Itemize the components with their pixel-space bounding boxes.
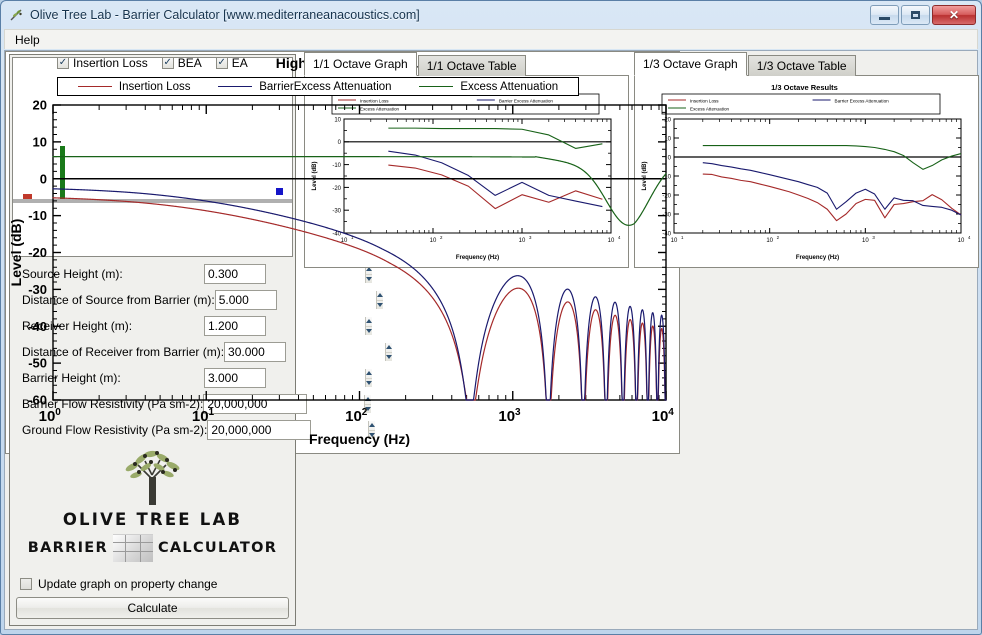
- tab-1-1-octave-graph[interactable]: 1/1 Octave Graph: [304, 52, 417, 76]
- svg-text:10: 10: [33, 134, 47, 149]
- menu-item-help[interactable]: Help: [5, 31, 50, 49]
- legend-line-bea: [218, 86, 253, 87]
- legend-line-insertion-loss: [77, 86, 112, 87]
- legend-item-insertion-loss: Insertion Loss: [77, 80, 191, 93]
- svg-text:10: 10: [498, 408, 515, 425]
- tab-1-3-octave-graph[interactable]: 1/3 Octave Graph: [634, 52, 747, 76]
- hires-xlabel: Frequency (Hz): [309, 431, 410, 447]
- checkbox-bea-label: BEA: [177, 56, 202, 70]
- window-buttons: ✕: [870, 5, 976, 25]
- hires-chart[interactable]: 20 10 0 -10 -20 -30 -40 -50 -60 10 0 10 1 10 2 10 3 10 4 Fr…: [5, 97, 977, 629]
- series-insertion-loss: [52, 197, 667, 401]
- app-window: Olive Tree Lab - Barrier Calculator [www…: [0, 0, 982, 635]
- svg-text:1/3 Octave Results: 1/3 Octave Results: [771, 83, 838, 92]
- checkbox-ea-label: EA: [231, 56, 248, 70]
- series-excess-attenuation: [52, 156, 667, 226]
- maximize-icon: [911, 11, 920, 19]
- octave1-tabstrip: 1/1 Octave Graph 1/1 Octave Table: [304, 52, 629, 76]
- svg-text:10: 10: [652, 408, 669, 425]
- svg-text:-10: -10: [28, 208, 47, 223]
- svg-text:3: 3: [515, 407, 521, 418]
- svg-text:-30: -30: [28, 282, 47, 297]
- olive-branch-icon: [9, 7, 25, 23]
- svg-text:0: 0: [40, 171, 47, 186]
- legend-label-bea: BarrierExcess Attenuation: [259, 80, 392, 93]
- svg-text:0: 0: [55, 407, 61, 418]
- checkbox-insertion-loss-group[interactable]: ✓ Insertion Loss: [57, 56, 148, 70]
- svg-text:1: 1: [208, 407, 214, 418]
- minimize-icon: [879, 16, 890, 20]
- checkbox-ea-group[interactable]: ✓ EA: [215, 56, 248, 70]
- svg-text:10: 10: [345, 408, 362, 425]
- legend-item-ea: Excess Attenuation: [419, 81, 558, 93]
- close-icon: ✕: [948, 8, 960, 22]
- legend-label-insertion-loss: Insertion Loss: [118, 80, 191, 93]
- svg-text:-40: -40: [28, 319, 47, 334]
- checkbox-ea[interactable]: ✓: [215, 57, 228, 69]
- octave3-tabstrip: 1/3 Octave Graph 1/3 Octave Table: [634, 52, 979, 76]
- series-barrier-excess-attenuation: [52, 188, 667, 401]
- window-title: Olive Tree Lab - Barrier Calculator [www…: [30, 8, 420, 22]
- svg-text:10: 10: [192, 408, 209, 425]
- svg-text:20: 20: [33, 98, 47, 113]
- hires-legend: Insertion Loss BarrierExcess Attenuation…: [57, 77, 579, 96]
- tab-label: 1/1 Octave Table: [426, 59, 517, 73]
- checkbox-bea-group[interactable]: ✓ BEA: [161, 56, 202, 70]
- hires-plot: 20100-10-20-30-40-50-6010 0 10 1 10 2 10 3 10 4Fr…: [8, 98, 674, 448]
- svg-text:-50: -50: [28, 356, 47, 371]
- minimize-button[interactable]: [870, 5, 899, 25]
- svg-text:4: 4: [668, 407, 674, 418]
- title-bar: Olive Tree Lab - Barrier Calculator [www…: [1, 1, 981, 29]
- checkbox-insertion-loss-label: Insertion Loss: [73, 56, 148, 70]
- close-button[interactable]: ✕: [932, 5, 976, 25]
- svg-text:-60: -60: [28, 393, 47, 408]
- client-area: Source Height (m):Distance of Source fro…: [4, 50, 979, 630]
- checkbox-bea[interactable]: ✓: [161, 57, 174, 69]
- tab-1-3-octave-table[interactable]: 1/3 Octave Table: [747, 55, 856, 76]
- svg-text:-20: -20: [28, 245, 47, 260]
- maximize-button[interactable]: [901, 5, 930, 25]
- tab-label: 1/1 Octave Graph: [313, 57, 408, 71]
- svg-text:10: 10: [39, 408, 56, 425]
- menu-bar: Help: [4, 29, 978, 49]
- legend-item-bea: BarrierExcess Attenuation: [218, 80, 392, 93]
- high-resolution-panel: ✓ Insertion Loss ✓ BEA ✓ EA High Resolut…: [5, 51, 680, 454]
- hires-ylabel: Level (dB): [8, 219, 24, 287]
- checkbox-insertion-loss[interactable]: ✓: [57, 57, 69, 69]
- legend-line-ea: [419, 86, 454, 87]
- svg-text:2: 2: [362, 407, 368, 418]
- tab-label: 1/3 Octave Table: [756, 59, 847, 73]
- legend-label-ea: Excess Attenuation: [460, 80, 559, 93]
- tab-label: 1/3 Octave Graph: [643, 57, 738, 71]
- tab-1-1-octave-table[interactable]: 1/1 Octave Table: [417, 55, 526, 76]
